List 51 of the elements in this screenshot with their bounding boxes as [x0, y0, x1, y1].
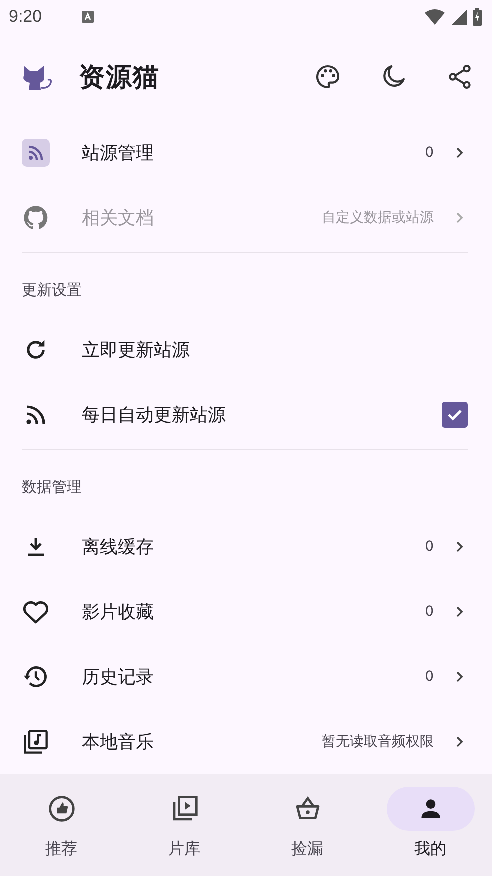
row-label: 站源管理	[82, 142, 154, 164]
settings-row[interactable]: 立即更新站源	[0, 317, 492, 382]
checkbox[interactable]	[442, 402, 468, 428]
nav-tab[interactable]: 捡漏	[246, 787, 369, 863]
share-icon[interactable]	[446, 63, 474, 91]
chevron-icon	[456, 212, 464, 224]
row-label: 本地音乐	[82, 730, 154, 754]
section-header: 更新设置	[21, 280, 83, 300]
chevron-icon	[456, 736, 464, 748]
heart-icon	[22, 598, 50, 624]
rss-icon	[24, 402, 48, 426]
row-value: 0	[425, 604, 434, 620]
row-value: 0	[425, 144, 434, 160]
chevron-icon	[456, 606, 464, 618]
app-title: 资源猫	[79, 62, 160, 94]
settings-row[interactable]: 历史记录 0	[0, 644, 492, 709]
row-label: 离线缓存	[82, 536, 154, 558]
row-label: 历史记录	[82, 666, 154, 688]
row-value: 0	[425, 538, 434, 554]
row-value: 自定义数据或站源	[322, 208, 434, 226]
settings-row[interactable]: 站源管理 0	[0, 120, 492, 185]
status-time: 9:20	[9, 7, 42, 27]
chevron-icon	[456, 540, 464, 552]
keyboard-icon	[82, 11, 94, 23]
nav-tab[interactable]: 我的	[369, 787, 492, 863]
nav-tab[interactable]: 片库	[123, 787, 246, 863]
row-value: 暂无读取音频权限	[322, 732, 434, 750]
chevron-icon	[456, 146, 464, 158]
settings-row[interactable]: 影片收藏 0	[0, 579, 492, 644]
nav-tab[interactable]: 推荐	[0, 787, 123, 863]
thumb-up-icon	[48, 795, 76, 823]
rss-icon	[22, 138, 50, 166]
palette-icon[interactable]	[314, 63, 342, 91]
row-label: 立即更新站源	[82, 338, 190, 362]
cat-logo-icon	[22, 63, 54, 91]
history-icon	[23, 664, 49, 690]
row-label: 相关文档	[82, 206, 154, 230]
settings-row[interactable]: 本地音乐 暂无读取音频权限	[0, 709, 492, 774]
github-icon	[23, 204, 49, 230]
settings-row[interactable]: 每日自动更新站源	[0, 382, 492, 447]
row-value: 0	[425, 668, 434, 684]
row-label: 每日自动更新站源	[82, 404, 226, 426]
chevron-icon	[456, 670, 464, 682]
music-icon	[23, 728, 49, 754]
video-library-icon	[170, 795, 198, 823]
section-header: 数据管理	[21, 476, 83, 498]
row-label: 影片收藏	[82, 600, 154, 624]
settings-row[interactable]: 离线缓存 0	[0, 514, 492, 579]
signal-icon	[451, 9, 467, 25]
wifi-icon	[425, 9, 445, 25]
battery-icon	[473, 8, 482, 26]
